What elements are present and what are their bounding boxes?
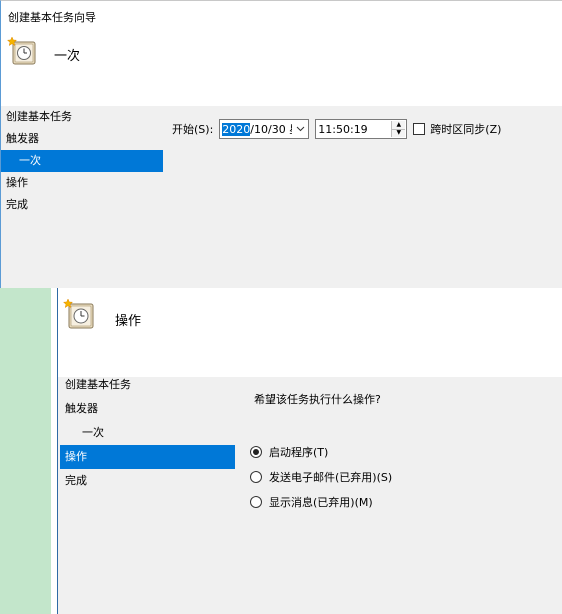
radio-button[interactable] — [250, 471, 262, 483]
sync-timezone-checkbox[interactable] — [413, 123, 426, 135]
radio-label[interactable]: 启动程序(T) — [269, 444, 328, 460]
background-strip — [0, 288, 51, 614]
chevron-down-icon[interactable] — [292, 120, 309, 138]
nav-item-action[interactable]: 操作 — [1, 172, 163, 194]
nav-item-create-task[interactable]: 创建基本任务 — [60, 373, 235, 397]
radio-start-program[interactable]: 启动程序(T) — [250, 444, 328, 460]
radio-label[interactable]: 显示消息(已弃用)(M) — [269, 494, 373, 510]
nav-item-action[interactable]: 操作 — [60, 445, 235, 469]
page-title: 一次 — [54, 49, 81, 64]
radio-send-email[interactable]: 发送电子邮件(已弃用)(S) — [250, 469, 392, 485]
page-title: 操作 — [115, 314, 142, 329]
scheduled-task-icon — [7, 36, 36, 65]
wizard-nav: 创建基本任务 触发器 一次 操作 完成 — [1, 106, 163, 216]
time-spinner[interactable]: ▲ ▼ — [391, 121, 406, 137]
spin-up-icon[interactable]: ▲ — [392, 121, 406, 129]
date-year: 2020 — [222, 123, 251, 136]
radio-label[interactable]: 发送电子邮件(已弃用)(S) — [269, 469, 392, 485]
action-question: 希望该任务执行什么操作? — [254, 393, 381, 406]
radio-button[interactable] — [250, 446, 262, 458]
window-title: 创建基本任务向导 — [8, 11, 96, 24]
nav-item-create-task[interactable]: 创建基本任务 — [1, 106, 163, 128]
spin-down-icon[interactable]: ▼ — [392, 128, 406, 137]
wizard-window-action: 操作 创建基本任务 触发器 一次 操作 完成 希望该任务执行什么操作? 启动程序… — [51, 288, 562, 614]
wizard-nav: 创建基本任务 触发器 一次 操作 完成 — [60, 373, 235, 493]
time-value: 11:50:19 — [318, 122, 368, 136]
radio-show-message[interactable]: 显示消息(已弃用)(M) — [250, 494, 373, 510]
nav-item-finish[interactable]: 完成 — [1, 194, 163, 216]
scheduled-task-icon — [63, 298, 94, 329]
time-input[interactable]: 11:50:19 ▲ ▼ — [315, 119, 408, 139]
radio-button[interactable] — [250, 496, 262, 508]
wizard-body: 创建基本任务 触发器 一次 操作 完成 希望该任务执行什么操作? 启动程序(T)… — [58, 377, 562, 614]
start-label: 开始(S): — [172, 123, 214, 136]
start-row: 开始(S): 2020/10/30 星期 11:50:19 ▲ ▼ 跨时区同步(… — [172, 118, 501, 140]
nav-item-trigger[interactable]: 触发器 — [60, 397, 235, 421]
sync-timezone-label[interactable]: 跨时区同步(Z) — [430, 121, 501, 137]
wizard-window-trigger: 创建基本任务向导 一次 创建基本任务 触发器 一次 操作 完成 开始(S): 2… — [0, 0, 562, 289]
nav-item-finish[interactable]: 完成 — [60, 469, 235, 493]
nav-item-trigger[interactable]: 触发器 — [1, 128, 163, 150]
date-picker[interactable]: 2020/10/30 星期 — [219, 119, 310, 139]
nav-item-once[interactable]: 一次 — [60, 421, 235, 445]
nav-item-once[interactable]: 一次 — [1, 150, 163, 172]
wizard-body: 创建基本任务 触发器 一次 操作 完成 开始(S): 2020/10/30 星期… — [1, 106, 562, 289]
